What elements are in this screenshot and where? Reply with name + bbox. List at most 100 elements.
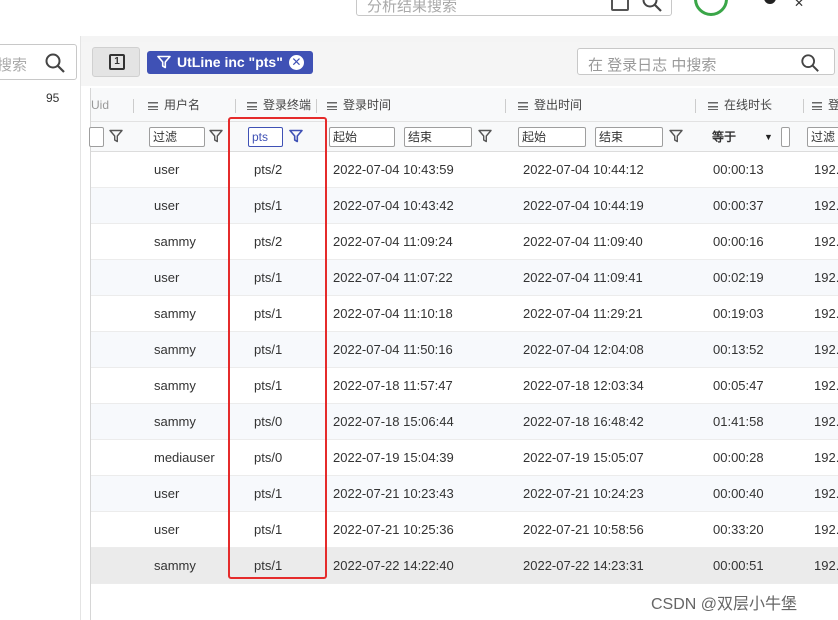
column-menu-icon[interactable]: [708, 102, 718, 110]
online-duration-cell: 00:33:20: [713, 522, 764, 537]
login-start-input[interactable]: 起始: [329, 127, 395, 147]
terminal-cell: pts/1: [254, 306, 283, 321]
terminal-cell: pts/1: [254, 270, 283, 285]
ip-cell: 192.: [814, 450, 838, 465]
column-header-login-label: 登录时间: [343, 98, 392, 112]
login-time-cell: 2022-07-04 11:07:22: [333, 270, 453, 285]
column-header-ip[interactable]: 登: [812, 88, 838, 122]
ip-cell: 192.: [814, 162, 838, 177]
online-duration-cell: 00:00:13: [713, 162, 764, 177]
table-row[interactable]: user pts/1 2022-07-04 11:07:22 2022-07-0…: [91, 260, 838, 296]
login-end-input[interactable]: 结束: [404, 127, 472, 147]
ip-cell: 192.: [814, 558, 838, 573]
online-duration-cell: 00:13:52: [713, 342, 764, 357]
column-header-online[interactable]: 在线时长: [708, 88, 772, 122]
logout-time-cell: 2022-07-18 16:48:42: [523, 414, 644, 429]
user-cell: user: [154, 486, 180, 501]
chevron-down-icon[interactable]: ▼: [764, 127, 773, 147]
table-row[interactable]: sammy pts/1 2022-07-04 11:50:16 2022-07-…: [91, 332, 838, 368]
shield-check-icon[interactable]: [694, 0, 728, 16]
user-cell: mediauser: [154, 450, 215, 465]
logout-end-input[interactable]: 结束: [595, 127, 663, 147]
user-cell: sammy: [154, 558, 196, 573]
table-row[interactable]: sammy pts/0 2022-07-18 15:06:44 2022-07-…: [91, 404, 838, 440]
column-menu-icon[interactable]: [327, 102, 337, 110]
column-divider[interactable]: [235, 99, 236, 113]
ip-filter-input[interactable]: 过滤: [807, 127, 838, 147]
user-cell: sammy: [154, 342, 196, 357]
search-icon[interactable]: [44, 52, 66, 74]
table-row[interactable]: sammy pts/2 2022-07-04 11:09:24 2022-07-…: [91, 224, 838, 260]
filter-icon[interactable]: [669, 129, 683, 143]
online-operator-select[interactable]: 等于: [712, 127, 736, 147]
logout-start-input[interactable]: 起始: [518, 127, 586, 147]
analysis-search-input[interactable]: 分析结果搜索: [356, 0, 672, 16]
user-cell: user: [154, 198, 180, 213]
online-filter-input[interactable]: [781, 127, 790, 147]
filter-chip-label: UtLine inc "pts": [177, 54, 283, 70]
calendar-icon[interactable]: [611, 0, 629, 11]
pin-icon[interactable]: ✕: [794, 0, 804, 10]
left-search-placeholder: 搜索: [0, 57, 28, 74]
table-row[interactable]: mediauser pts/0 2022-07-19 15:04:39 2022…: [91, 440, 838, 476]
table-row[interactable]: user pts/2 2022-07-04 10:43:59 2022-07-0…: [91, 152, 838, 188]
online-duration-cell: 00:05:47: [713, 378, 764, 393]
login-time-cell: 2022-07-18 11:57:47: [333, 378, 453, 393]
user-cell: sammy: [154, 378, 196, 393]
terminal-cell: pts/1: [254, 558, 283, 573]
login-time-cell: 2022-07-04 10:43:59: [333, 162, 454, 177]
column-header-terminal[interactable]: 登录终端: [247, 88, 311, 122]
table-row[interactable]: user pts/1 2022-07-21 10:25:36 2022-07-2…: [91, 512, 838, 548]
column-menu-icon[interactable]: [518, 102, 528, 110]
analysis-search-placeholder: 分析结果搜索: [367, 0, 458, 15]
user-filter-input[interactable]: 过滤: [149, 127, 205, 147]
column-divider[interactable]: [316, 99, 317, 113]
table-search-input[interactable]: 在 登录日志 中搜索: [577, 48, 835, 75]
column-menu-icon[interactable]: [247, 102, 257, 110]
column-header-login[interactable]: 登录时间: [327, 88, 391, 122]
logout-time-cell: 2022-07-04 12:04:08: [523, 342, 644, 357]
bell-icon[interactable]: [764, 0, 776, 4]
column-divider[interactable]: [695, 99, 696, 113]
ip-cell: 192.: [814, 522, 838, 537]
ip-cell: 192.: [814, 234, 838, 249]
filter-icon[interactable]: [209, 129, 223, 143]
column-menu-icon[interactable]: [812, 102, 822, 110]
table-row[interactable]: user pts/1 2022-07-04 10:43:42 2022-07-0…: [91, 188, 838, 224]
column-header-user[interactable]: 用户名: [148, 88, 200, 122]
filter-icon: [157, 55, 171, 69]
table-row[interactable]: user pts/1 2022-07-21 10:23:43 2022-07-2…: [91, 476, 838, 512]
ip-cell: 192.: [814, 198, 838, 213]
uid-filter-input[interactable]: [89, 127, 104, 147]
panel-toggle-button[interactable]: 1: [92, 47, 140, 77]
logout-time-cell: 2022-07-22 14:23:31: [523, 558, 644, 573]
column-divider[interactable]: [133, 99, 134, 113]
table-row[interactable]: sammy pts/1 2022-07-18 11:57:47 2022-07-…: [91, 368, 838, 404]
terminal-cell: pts/2: [254, 162, 283, 177]
filter-active-icon[interactable]: [289, 129, 303, 143]
logout-time-cell: 2022-07-04 10:44:19: [523, 198, 644, 213]
filter-chip[interactable]: UtLine inc "pts" ✕: [147, 51, 313, 74]
terminal-filter-input[interactable]: pts: [248, 127, 283, 147]
column-header-logout[interactable]: 登出时间: [518, 88, 582, 122]
left-search-input[interactable]: 搜索: [0, 44, 77, 80]
table-row-selected[interactable]: sammy pts/1 2022-07-22 14:22:40 2022-07-…: [91, 548, 838, 584]
column-header-user-label: 用户名: [164, 98, 201, 112]
column-menu-icon[interactable]: [148, 102, 158, 110]
search-icon[interactable]: [641, 0, 663, 13]
logout-time-cell: 2022-07-04 11:09:40: [523, 234, 643, 249]
search-icon[interactable]: [800, 53, 820, 73]
filter-icon[interactable]: [109, 129, 123, 143]
ip-cell: 192.: [814, 342, 838, 357]
table-row[interactable]: sammy pts/1 2022-07-04 11:10:18 2022-07-…: [91, 296, 838, 332]
column-divider[interactable]: [505, 99, 506, 113]
online-duration-cell: 00:00:28: [713, 450, 764, 465]
column-divider[interactable]: [803, 99, 804, 113]
column-header-uid[interactable]: Uid: [91, 88, 109, 122]
table-search-placeholder: 在 登录日志 中搜索: [588, 57, 717, 74]
close-icon[interactable]: ✕: [288, 55, 304, 70]
login-time-cell: 2022-07-04 11:10:18: [333, 306, 453, 321]
filter-icon[interactable]: [478, 129, 492, 143]
login-time-cell: 2022-07-04 10:43:42: [333, 198, 454, 213]
login-time-cell: 2022-07-22 14:22:40: [333, 558, 454, 573]
